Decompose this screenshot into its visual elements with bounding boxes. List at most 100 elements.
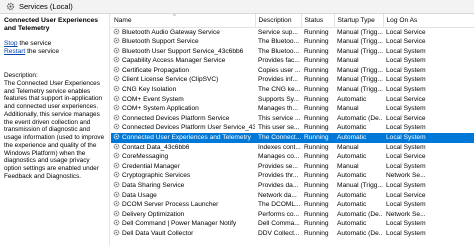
service-log-on-as-cell: Local System [386,86,426,94]
table-row[interactable]: Certificate Propagation Copies user ... Ru… [111,66,474,76]
table-row[interactable]: Data Sharing Service Provides da... Runnin… [111,181,474,191]
table-header-row: Name ^ Description Status Startup Type Lo… [111,14,474,28]
column-header-log-on-as[interactable]: Log On As [383,14,474,28]
service-gear-icon [113,85,120,92]
table-row[interactable]: Dell Data Vault Collector DDV Collect... R… [111,229,474,239]
service-name: Data Sharing Service [122,182,185,189]
table-row[interactable]: Connected Devices Platform Service This s… [111,114,474,124]
service-status-cell: Running [304,95,329,103]
service-description-cell: Provides da... [258,182,299,189]
service-name: Dell Command | Power Manager Notify [122,220,237,228]
service-status-cell: Running [304,28,329,36]
column-header-description[interactable]: Description [255,14,302,28]
service-log-on-as-cell: Local Service [386,38,426,46]
sort-ascending-icon: ^ [173,14,176,20]
table-row[interactable]: Capability Access Manager Service Provide… [111,56,474,66]
window-title: Services (Local) [19,2,73,11]
service-startup-type-cell: Manual (Trigg... [337,182,383,189]
service-name: Contact Data_43c6bb6 [122,143,190,151]
window-title-bar: Services (Local) [0,0,474,14]
service-name-cell: Connected Devices Platform User Service_… [111,123,255,133]
table-row[interactable]: Contact Data_43c6bb6 Indexes cont... Runni… [111,143,474,153]
services-table: Name ^ Description Status Startup Type Lo… [111,14,474,239]
service-log-on-as-cell: Local System [386,220,426,228]
table-row[interactable]: Client License Service (ClipSVC) Provides… [111,75,474,85]
service-description-cell: Performs co... [258,210,300,218]
service-description-cell: DDV Collect... [258,229,300,237]
service-name-cell: Dell Command | Power Manager Notify [111,219,255,229]
service-name: Dell Data Vault Collector [122,229,194,237]
service-name: Client License Service (ClipSVC) [122,76,219,84]
service-name-cell: COM+ Event System [111,95,255,105]
table-row[interactable]: Cryptographic Services Provides thr... Run… [111,171,474,181]
table-row[interactable]: Connected Devices Platform User Service_… [111,123,474,133]
table-row[interactable]: Dell Command | Power Manager Notify Dell … [111,219,474,229]
table-row[interactable]: Bluetooth Support Service The Bluetoo... R… [111,37,474,47]
service-name-cell: DCOM Server Process Launcher [111,200,255,210]
service-gear-icon [113,56,120,63]
table-row[interactable]: Delivery Optimization Performs co... Runni… [111,210,474,220]
table-row[interactable]: Bluetooth User Support Service_43c6bb6 Th… [111,47,474,57]
service-description-cell: Supports Sy... [258,95,299,103]
service-log-on-as-cell: Local System [386,182,426,189]
service-gear-icon [113,47,120,54]
service-name-cell: Delivery Optimization [111,210,255,220]
table-row[interactable]: CoreMessaging Manages co... Running Automat… [111,152,474,162]
service-name-cell: Dell Data Vault Collector [111,229,255,239]
table-row[interactable]: COM+ Event System Supports Sy... Running Au… [111,95,474,105]
service-name: Bluetooth Audio Gateway Service [122,28,220,36]
service-description-cell: Indexes cont... [258,143,301,151]
service-name: Connected Devices Platform Service [122,114,230,122]
service-name: Bluetooth User Support Service_43c6bb6 [122,47,244,55]
service-name-cell: Client License Service (ClipSVC) [111,75,255,85]
table-row[interactable]: DCOM Server Process Launcher The DCOML...… [111,200,474,210]
column-header-startup-type[interactable]: Startup Type [334,14,384,28]
service-log-on-as-cell: Local System [386,105,426,113]
service-name: COM+ Event System [122,95,184,103]
service-gear-icon [113,152,120,159]
service-status-cell: Running [304,172,329,180]
service-name-cell: Data Usage [111,191,255,201]
service-name-cell: Contact Data_43c6bb6 [111,143,255,153]
service-status-cell: Running [301,133,334,143]
service-gear-icon [113,28,120,35]
service-gear-icon [113,75,120,82]
table-row[interactable]: Bluetooth Audio Gateway Service Service s… [111,27,474,37]
service-status-cell: Running [304,66,329,74]
column-header-status[interactable]: Status [301,14,335,28]
service-gear-icon [113,200,120,207]
table-row[interactable]: Connected User Experiences and Telemetry… [111,133,474,143]
service-name: Credential Manager [122,162,180,170]
service-description-cell: Manages co... [258,153,300,161]
column-header-name[interactable]: Name ^ [111,14,256,28]
service-status-cell: Running [304,153,329,161]
service-name-cell: Connected User Experiences and Telemetry [111,133,255,143]
service-name-cell: COM+ System Application [111,104,255,114]
service-status-cell: Running [304,124,329,132]
table-row[interactable]: COM+ System Application Manages th... Runn… [111,104,474,114]
services-list-pane: Name ^ Description Status Startup Type Lo… [111,14,474,245]
table-row[interactable]: Credential Manager Provides se... Running M… [111,162,474,172]
service-gear-icon [113,95,120,102]
service-name-cell: Certificate Propagation [111,66,255,76]
service-log-on-as-cell: Local Service [386,95,426,103]
service-name: Delivery Optimization [122,210,185,218]
service-startup-type-cell: Automatic (De... [337,114,383,122]
restart-service-link[interactable]: Restart [4,48,25,55]
service-gear-icon [113,181,120,188]
service-gear-icon [113,171,120,178]
table-row[interactable]: Data Usage Network da... Running Automatic L… [111,191,474,201]
service-description-cell: Service sup... [258,28,298,36]
service-startup-type-cell: Manual [337,57,359,65]
stop-service-link[interactable]: Stop [4,40,18,47]
service-log-on-as-cell: Local System [386,124,426,132]
service-description-cell: The Connect... [255,133,301,143]
table-row[interactable]: CNG Key Isolation The CNG ke... Running Man… [111,85,474,95]
service-description: Description: The Connected User Experien… [4,72,105,181]
service-description-cell: The CNG ke... [258,86,301,94]
stop-action: Stop the service [4,40,105,48]
service-name-cell: CNG Key Isolation [111,85,255,95]
service-description-cell: Provides inf... [258,76,298,84]
service-startup-type-cell: Automatic [337,220,367,228]
service-log-on-as-cell: Local Service [386,153,426,161]
